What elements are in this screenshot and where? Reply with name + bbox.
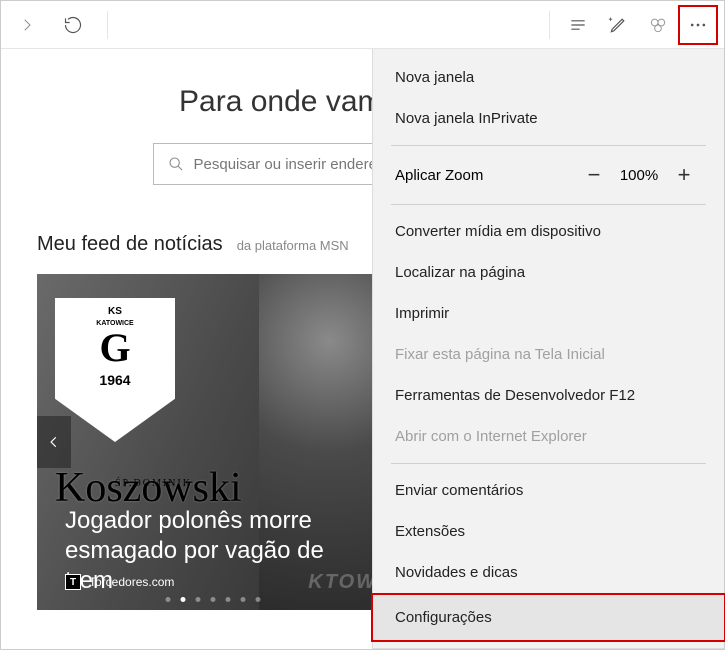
browser-toolbar xyxy=(1,1,724,49)
search-icon xyxy=(168,156,184,172)
menu-find[interactable]: Localizar na página xyxy=(373,252,724,293)
menu-pin-start: Fixar esta página na Tela Inicial xyxy=(373,334,724,375)
news-card-source: T Torcedores.com xyxy=(65,574,174,590)
menu-devtools[interactable]: Ferramentas de Desenvolvedor F12 xyxy=(373,375,724,416)
forward-button[interactable] xyxy=(7,5,47,45)
zoom-label: Aplicar Zoom xyxy=(395,167,576,184)
menu-open-ie: Abrir com o Internet Explorer xyxy=(373,416,724,457)
menu-separator xyxy=(391,145,706,146)
carousel-prev-button[interactable] xyxy=(37,416,71,468)
source-icon: T xyxy=(65,574,81,590)
menu-cast[interactable]: Converter mídia em dispositivo xyxy=(373,211,724,252)
menu-new-inprivate[interactable]: Nova janela InPrivate xyxy=(373,98,724,139)
toolbar-divider xyxy=(107,11,108,39)
menu-settings[interactable]: Configurações xyxy=(371,593,725,642)
card-script: Koszowski xyxy=(55,464,242,512)
zoom-value: 100% xyxy=(612,167,666,184)
reading-view-button[interactable] xyxy=(558,5,598,45)
card-watermark: KTOW xyxy=(308,571,377,594)
toolbar-divider xyxy=(549,11,550,39)
more-button[interactable] xyxy=(678,5,718,45)
menu-separator xyxy=(391,463,706,464)
carousel-dots[interactable] xyxy=(166,597,261,602)
menu-print[interactable]: Imprimir xyxy=(373,293,724,334)
menu-separator xyxy=(391,204,706,205)
zoom-out-button[interactable]: − xyxy=(576,162,612,188)
news-card[interactable]: KSKATOWICE G 1964 ŚP.DOMINIK Koszowski J… xyxy=(37,274,389,610)
share-button[interactable] xyxy=(638,5,678,45)
refresh-button[interactable] xyxy=(53,5,93,45)
menu-new-window[interactable]: Nova janela xyxy=(373,57,724,98)
feed-subtitle: da plataforma MSN xyxy=(237,238,349,253)
menu-zoom: Aplicar Zoom − 100% + xyxy=(373,152,724,198)
feed-title: Meu feed de notícias xyxy=(37,233,223,256)
menu-extensions[interactable]: Extensões xyxy=(373,511,724,552)
menu-feedback[interactable]: Enviar comentários xyxy=(373,470,724,511)
notes-button[interactable] xyxy=(598,5,638,45)
menu-whats-new[interactable]: Novidades e dicas xyxy=(373,552,724,593)
zoom-in-button[interactable]: + xyxy=(666,162,702,188)
more-menu: Nova janela Nova janela InPrivate Aplica… xyxy=(372,49,724,649)
